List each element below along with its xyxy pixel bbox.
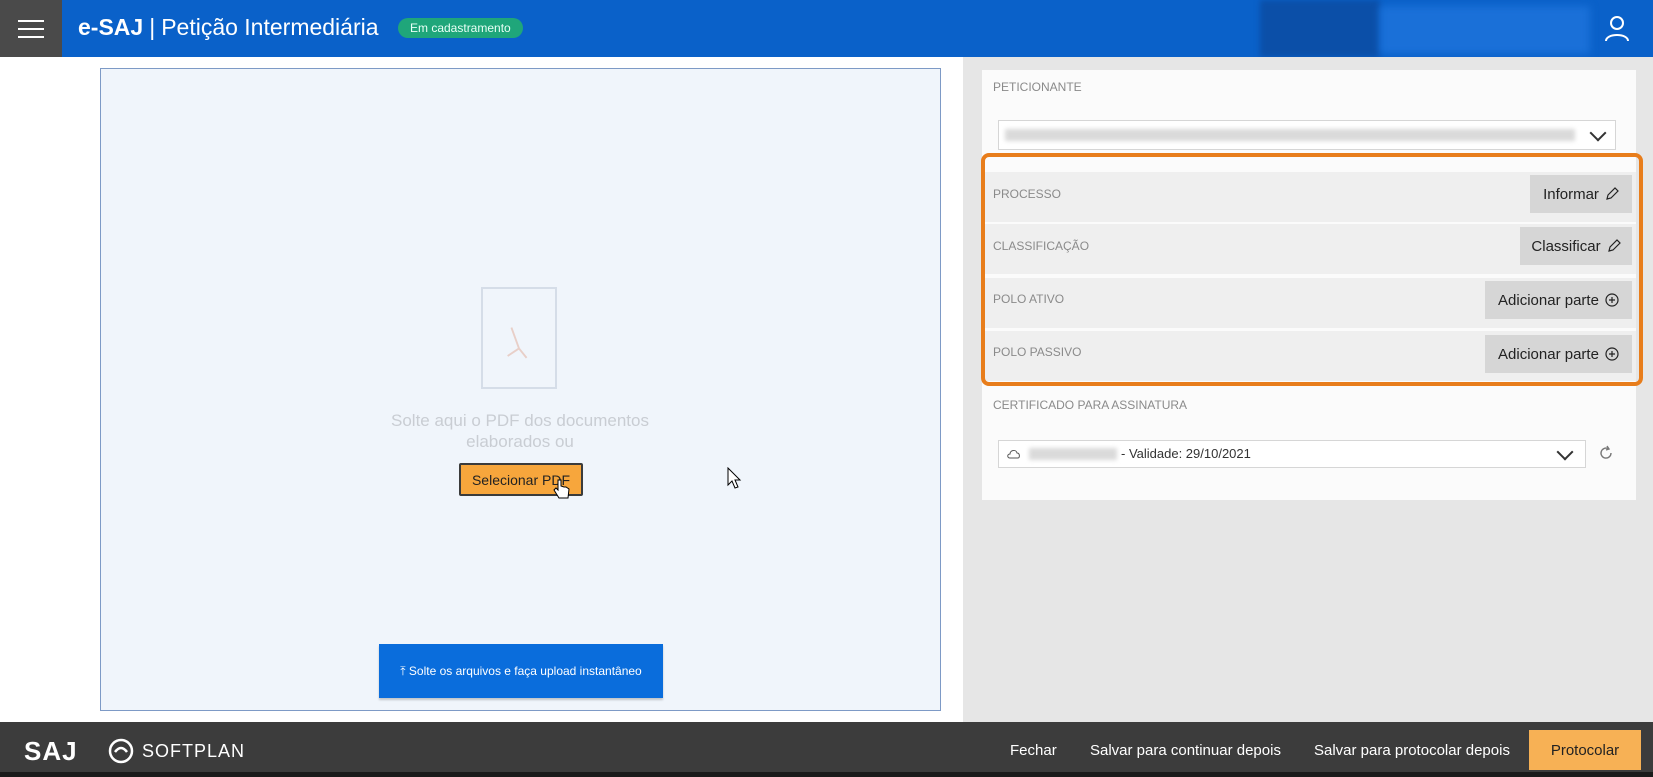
hamburger-icon <box>18 19 44 38</box>
pdf-file-icon <box>481 287 557 389</box>
brand-separator: | <box>149 14 156 40</box>
informar-button[interactable]: Informar <box>1530 175 1632 213</box>
plus-circle-icon <box>1605 347 1619 361</box>
softplan-logo: SOFTPLAN <box>108 738 245 764</box>
classificacao-label: CLASSIFICAÇÃO <box>993 239 1090 253</box>
polo-ativo-add-label: Adicionar parte <box>1498 291 1599 309</box>
menu-button[interactable] <box>0 0 62 57</box>
redacted-user-name <box>1380 6 1590 54</box>
classificar-button[interactable]: Classificar <box>1520 227 1632 265</box>
saj-logo: SAJ <box>24 736 78 766</box>
processo-label: PROCESSO <box>993 187 1062 201</box>
protocolar-button[interactable]: Protocolar <box>1529 730 1641 770</box>
app-window: e-SAJ | Petição Intermediária Em cadastram… <box>0 0 1653 777</box>
softplan-logo-text: SOFTPLAN <box>142 740 246 761</box>
polo-passivo-row: POLO PASSIVO Adicionar parte <box>982 331 1636 381</box>
plus-circle-icon <box>1605 293 1619 307</box>
pencil-icon <box>1606 187 1619 200</box>
classificacao-row: CLASSIFICAÇÃO Classificar <box>982 224 1636 274</box>
certificado-validade: - Validade: 29/10/2021 <box>1121 446 1251 461</box>
page-title: Petição Intermediária <box>161 14 379 40</box>
polo-ativo-add-button[interactable]: Adicionar parte <box>1485 281 1632 319</box>
pencil-icon <box>1607 239 1621 252</box>
dropzone-instruction: Solte aqui o PDF dos documentos elaborad… <box>391 411 649 451</box>
hand-pointer-icon <box>553 479 570 499</box>
polo-ativo-row: POLO ATIVO Adicionar parte <box>982 278 1636 328</box>
cloud-icon <box>1007 450 1020 459</box>
footer-bar: SAJ SOFTPLAN Fechar Salvar para continua… <box>0 722 1653 777</box>
status-badge: Em cadastramento <box>398 18 523 38</box>
certificado-select[interactable] <box>998 440 1586 468</box>
chevron-down-icon <box>1589 124 1607 142</box>
fechar-button[interactable]: Fechar <box>1010 742 1057 759</box>
app-brand: e-SAJ | Petição Intermediária <box>78 14 379 41</box>
refresh-icon[interactable] <box>1598 445 1614 461</box>
salvar-protocolar-button[interactable]: Salvar para protocolar depois <box>1314 742 1510 759</box>
pdf-dropzone[interactable] <box>100 68 941 711</box>
redacted-user-info <box>1260 0 1380 57</box>
mouse-cursor-icon <box>727 467 742 489</box>
salvar-continuar-button[interactable]: Salvar para continuar depois <box>1090 742 1281 759</box>
top-bar: e-SAJ | Petição Intermediária Em cadastram… <box>0 0 1653 57</box>
user-icon[interactable] <box>1604 14 1630 42</box>
polo-passivo-add-label: Adicionar parte <box>1498 345 1599 363</box>
peticionante-label: PETICIONANTE <box>993 80 1082 94</box>
taskbar-edge <box>0 772 1653 777</box>
informar-label: Informar <box>1543 185 1599 203</box>
polo-passivo-label: POLO PASSIVO <box>993 345 1082 359</box>
processo-row: PROCESSO Informar <box>982 172 1636 222</box>
chevron-down-icon <box>1556 443 1574 461</box>
classificar-label: Classificar <box>1531 237 1601 255</box>
polo-passivo-add-button[interactable]: Adicionar parte <box>1485 335 1632 373</box>
redacted-certificate-name <box>1029 448 1117 460</box>
instant-upload-button[interactable]: ⤒ Solte os arquivos e faça upload instan… <box>379 644 663 698</box>
softplan-logo-icon <box>108 738 134 764</box>
app-name: e-SAJ <box>78 14 144 40</box>
redacted-peticionante <box>1005 129 1575 141</box>
polo-ativo-label: POLO ATIVO <box>993 292 1065 306</box>
certificado-label: CERTIFICADO PARA ASSINATURA <box>993 398 1188 412</box>
peticionante-select[interactable] <box>998 120 1616 150</box>
